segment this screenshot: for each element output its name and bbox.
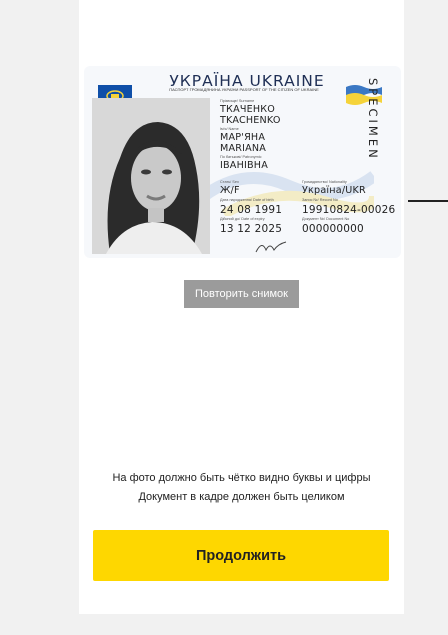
name-en: MARIANA	[220, 143, 267, 154]
sex-value: Ж/F	[220, 185, 240, 196]
record-value: 19910824-00026	[302, 204, 396, 216]
surname-en: TKACHENKO	[220, 115, 281, 126]
document-photo: УКРАЇНА UKRAINE ПАСПОРТ ГРОМАДЯНИНА УКРА…	[84, 66, 401, 258]
name-ua: МАР'ЯНА	[220, 132, 266, 143]
card-subtitle: ПАСПОРТ ГРОМАДЯНИНА УКРАЇНИ PASSPORT OF …	[169, 87, 319, 92]
surname-label: Прізвище/ Surname	[220, 99, 255, 103]
dob-value: 24 08 1991	[220, 204, 283, 216]
dob-label: Дата народження/ Date of birth	[220, 198, 274, 202]
patronymic-label: По батькові/ Patronymic	[220, 155, 262, 159]
patronymic-value: ІВАНІВНА	[220, 160, 268, 171]
doc-number-label: Документ №/ Document No	[302, 217, 350, 221]
nationality-value: Україна/UKR	[302, 185, 366, 196]
sex-label: Стать/ Sex	[220, 180, 239, 184]
continue-button[interactable]: Продолжить	[93, 530, 389, 581]
signature	[255, 241, 287, 253]
retake-photo-button[interactable]: Повторить снимок	[184, 280, 299, 308]
hint-text-1: На фото должно быть чётко видно буквы и …	[112, 472, 371, 484]
divider-line	[408, 200, 448, 202]
hint-text-2: Документ в кадре должен быть целиком	[138, 491, 345, 503]
surname-ua: ТКАЧЕНКО	[220, 104, 276, 115]
holder-portrait	[92, 98, 210, 254]
name-label: Ім'я/ Name	[220, 127, 239, 131]
record-label: Запис №/ Record No	[302, 198, 338, 202]
expiry-label: Дійсний до/ Date of expiry	[220, 217, 265, 221]
expiry-value: 13 12 2025	[220, 223, 283, 235]
doc-number-value: 000000000	[302, 223, 364, 235]
specimen-mark: SPECIMEN	[366, 78, 380, 161]
nationality-label: Громадянство/ Nationality	[302, 180, 347, 184]
